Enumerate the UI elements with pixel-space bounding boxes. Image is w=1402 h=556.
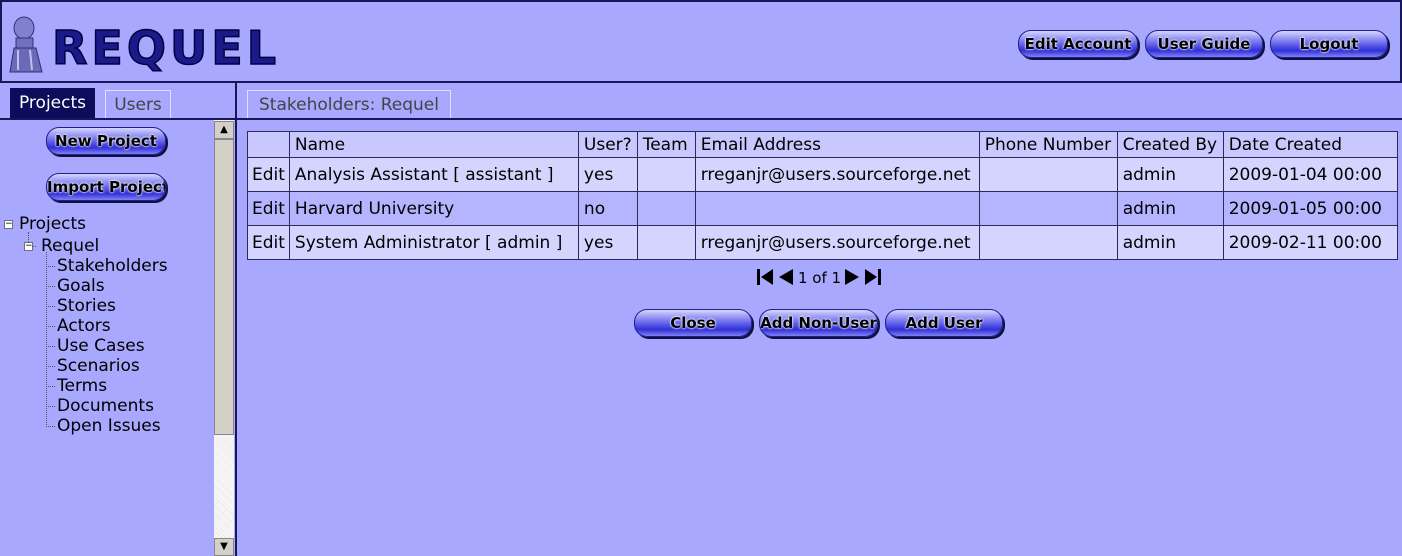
pagination: 1 of 1	[756, 268, 884, 288]
cell-phone	[978, 157, 1118, 192]
add-non-user-button[interactable]: Add Non-User	[759, 309, 878, 337]
cell-user: no	[577, 191, 638, 226]
project-tree-panel: New Project Import Project − Projects − …	[0, 120, 214, 556]
cell-team	[636, 225, 696, 260]
column-header-edit	[247, 131, 290, 158]
cell-name: Analysis Assistant [ assistant ]	[288, 157, 579, 192]
table-header-row: Name User? Team Email Address Phone Numb…	[247, 131, 1398, 158]
scroll-down-arrow-icon[interactable]: ▼	[214, 538, 234, 556]
column-header-created-by[interactable]: Created By	[1116, 131, 1224, 158]
cell-name: System Administrator [ admin ]	[288, 225, 579, 260]
table-row: Edit Harvard University no admin 2009-01…	[247, 191, 1398, 226]
tree-item-open-issues[interactable]: Open Issues	[57, 416, 161, 436]
cell-date-created: 2009-02-11 00:00	[1222, 225, 1398, 260]
cell-team	[636, 157, 696, 192]
page-indicator: 1 of 1	[798, 269, 842, 287]
scroll-up-arrow-icon[interactable]: ▲	[214, 121, 234, 139]
column-header-user[interactable]: User?	[577, 131, 638, 158]
tree-collapse-toggle-icon[interactable]: −	[4, 220, 13, 229]
cell-email: rreganjr@users.sourceforge.net	[694, 225, 980, 260]
table-row: Edit System Administrator [ admin ] yes …	[247, 225, 1398, 260]
tree-item-documents[interactable]: Documents	[57, 396, 154, 416]
tab-users[interactable]: Users	[105, 90, 171, 119]
tree-connector	[46, 366, 55, 367]
table-row: Edit Analysis Assistant [ assistant ] ye…	[247, 157, 1398, 192]
tree-connector	[46, 406, 55, 407]
column-header-date-created[interactable]: Date Created	[1222, 131, 1398, 158]
svg-text:REQUEL: REQUEL	[52, 21, 280, 75]
last-page-icon[interactable]	[864, 268, 882, 286]
logout-button[interactable]: Logout	[1270, 30, 1388, 58]
column-header-name[interactable]: Name	[288, 131, 579, 158]
previous-page-icon[interactable]	[778, 268, 794, 286]
tree-project-requel[interactable]: Requel	[41, 236, 99, 256]
header-bar: REQUEL Edit Account User Guide Logout	[0, 0, 1402, 83]
next-page-icon[interactable]	[844, 268, 860, 286]
first-page-icon[interactable]	[756, 268, 774, 286]
tab-projects[interactable]: Projects	[10, 88, 95, 118]
tree-item-terms[interactable]: Terms	[57, 376, 107, 396]
add-user-button[interactable]: Add User	[885, 309, 1003, 337]
tree-connector	[46, 326, 55, 327]
cell-date-created: 2009-01-04 00:00	[1222, 157, 1398, 192]
tree-root-projects[interactable]: Projects	[19, 214, 86, 234]
stakeholders-table: Name User? Team Email Address Phone Numb…	[247, 131, 1398, 260]
tree-connector	[46, 426, 55, 427]
cell-date-created: 2009-01-05 00:00	[1222, 191, 1398, 226]
import-project-button[interactable]: Import Project	[46, 173, 166, 201]
cell-created-by: admin	[1116, 157, 1224, 192]
panel-divider	[235, 81, 237, 556]
robot-figure-icon	[9, 16, 43, 73]
tree-connector	[46, 252, 47, 427]
edit-link[interactable]: Edit	[247, 225, 290, 260]
scrollbar-thumb[interactable]	[214, 139, 234, 435]
cell-created-by: admin	[1116, 225, 1224, 260]
edit-link[interactable]: Edit	[247, 191, 290, 226]
new-project-button[interactable]: New Project	[46, 127, 166, 155]
cell-email: rreganjr@users.sourceforge.net	[694, 157, 980, 192]
tree-connector	[46, 386, 55, 387]
tree-item-scenarios[interactable]: Scenarios	[57, 356, 140, 376]
tab-stakeholders[interactable]: Stakeholders: Requel	[247, 90, 451, 119]
cell-team	[636, 191, 696, 226]
tree-connector	[46, 346, 55, 347]
cell-phone	[978, 191, 1118, 226]
tree-item-use-cases[interactable]: Use Cases	[57, 336, 145, 356]
cell-user: yes	[577, 157, 638, 192]
app-logo: REQUEL	[4, 10, 289, 76]
scrollbar-track[interactable]	[214, 436, 234, 538]
tree-item-goals[interactable]: Goals	[57, 276, 105, 296]
tree-item-actors[interactable]: Actors	[57, 316, 111, 336]
user-guide-button[interactable]: User Guide	[1145, 30, 1263, 58]
cell-created-by: admin	[1116, 191, 1224, 226]
cell-user: yes	[577, 225, 638, 260]
edit-account-button[interactable]: Edit Account	[1018, 30, 1138, 58]
tree-connector	[46, 286, 55, 287]
tree-collapse-toggle-icon[interactable]: −	[24, 242, 33, 251]
cell-phone	[978, 225, 1118, 260]
main-tab-divider	[237, 118, 1402, 120]
edit-link[interactable]: Edit	[247, 157, 290, 192]
tree-connector	[46, 306, 55, 307]
tree-item-stakeholders[interactable]: Stakeholders	[57, 256, 168, 276]
tree-connector	[46, 266, 55, 267]
tree-item-stories[interactable]: Stories	[57, 296, 116, 316]
close-button[interactable]: Close	[634, 309, 752, 337]
column-header-email[interactable]: Email Address	[694, 131, 980, 158]
cell-name: Harvard University	[288, 191, 579, 226]
column-header-phone[interactable]: Phone Number	[978, 131, 1118, 158]
column-header-team[interactable]: Team	[636, 131, 696, 158]
cell-email	[694, 191, 980, 226]
